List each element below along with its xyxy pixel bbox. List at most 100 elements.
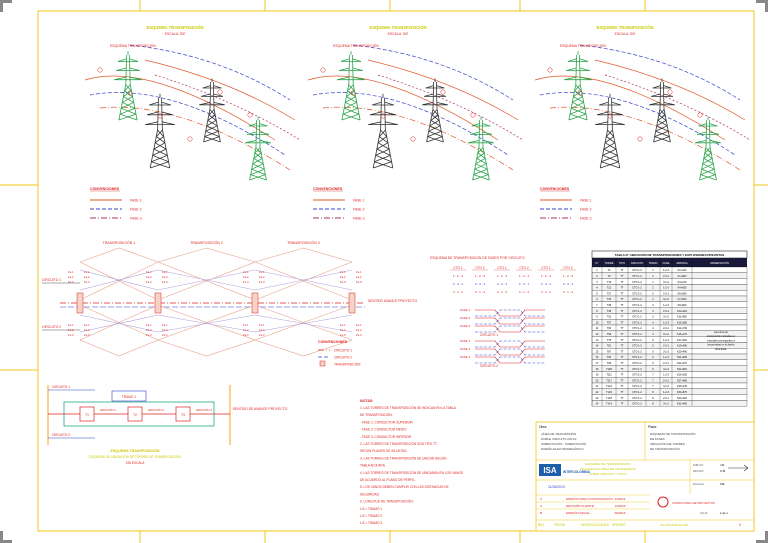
table-cell: 1-2-3 [663,391,669,394]
table-cell: 3-1-2 [663,298,669,301]
fase-label: FASE 1 [460,339,471,343]
table-row [591,284,748,291]
table-cell: 2-3-1 [663,379,669,382]
phase-header: CTO 1 [453,266,463,270]
phase-letter: Fa 2 [68,275,74,279]
table-cell: T15 [607,281,612,284]
rev-desc: EMISIÓN INICIAL [566,510,590,515]
tb-date: 11/26/2019 [548,485,565,489]
table-row [591,365,748,372]
phase-letter: Fa 2 [84,328,90,332]
phase-header: CTO 2 [563,266,573,270]
note-line: 4. LAS TORRES DE TRANSPOSICIÓN SE UBICAR… [360,470,463,475]
phase-letter: Fa 1 [340,323,346,327]
note-line: TABLA ADJUNTA. [360,464,386,468]
table-cell: K19+050 [677,345,688,348]
phase-letter: Fa 1 [146,270,152,274]
phase-letter: Fa 2 [340,275,346,279]
table-cell: CTO 1-2 [632,350,642,353]
table-cell: K6+080 [678,292,687,295]
phase-letter: Fa 3 [259,333,265,337]
table-cell: 1-2-3 [663,321,669,324]
phase-letter: Fa 3 [243,280,249,284]
note-line: SEGÚN PLANOS DE SILUETAS. [360,448,408,453]
table-cell: CTO 1-2 [632,333,642,336]
table-cell: TT [620,298,624,301]
phase-letter: Fa 3 [259,280,265,284]
table-cell: TT [620,397,624,400]
table-row [591,353,748,360]
phase-cell: 2 - 3 - 1 [453,282,464,286]
table-cell: CTO 1-2 [632,345,642,348]
circuit-left-label: CIRCUITO 1 [42,278,61,282]
phase-header: CTO 1 [541,266,551,270]
phase-letter: Fa 3 [340,280,346,284]
table-cell: T111 [606,374,612,377]
tb-checked-label: REVISÓ [693,468,704,473]
table-cell: K7+520 [678,298,687,301]
phase-cell: 3 - 1 - 2 [519,290,530,294]
table-cell: T99 [607,362,612,365]
block-caption-scale: SIN ESCALA [126,461,146,465]
table-row [591,382,748,389]
phase-cell: 2 - 3 - 1 [475,282,486,286]
tb-left-line: SUBESTACIÓN - SUBESTACIÓN [541,441,586,446]
table-row [591,307,748,314]
table-header: FASE [663,261,670,265]
legend-item: FASE 1 [580,199,592,203]
phase-letter: Fa 1 [356,323,362,327]
tb-mod-label: MODIFICACIONES [581,523,609,527]
phase-letter: Fa 3 [162,333,168,337]
phase-cell: 2 - 3 - 1 [519,282,530,286]
phase-header: CTO 1 [497,266,507,270]
table-cell: CTO 1-2 [632,339,642,342]
phase-letter: Fa 1 [259,323,265,327]
table-cell: TT [620,368,624,371]
legend-item: FASE 1 [130,199,142,203]
table-row [591,319,748,326]
table-cell: CTO 1-2 [632,281,642,284]
tb-checked-val: C.M. [720,469,726,473]
phase-header: CTO 2 [475,266,485,270]
tb-drawn-val: J.R. [720,463,725,467]
table-cell: CTO 1-2 [632,292,642,295]
table-cell: TT [620,287,624,290]
phase-cell: 1 - 2 - 3 [453,274,464,278]
table-cell: 2-3-1 [663,397,669,400]
table-cell: K32+010 [677,397,688,400]
note-line: SEGURIDAD. [360,492,380,496]
phase-cell: 3 - 1 - 2 [475,290,486,294]
phase-letter: Fa 3 [68,333,74,337]
legend-title: CONVENCIONES [318,340,348,344]
panel-callout: ESQUEMA TRANSPOSICIÓN [110,43,156,48]
table-row [591,313,748,320]
table-cell: CTO 1-2 [632,362,642,365]
table-cell: 3-1-2 [663,333,669,336]
tb-desc-line: DE FASES EN LÍNEA DE TRANSMISIÓN [580,466,636,471]
tb-right-line: DE TRANSPOSICIÓN [650,446,680,451]
table-cell: CTO 1-2 [632,397,642,400]
table-cell: 2-3-1 [663,292,669,295]
phase-letter: Fa 1 [68,323,74,327]
fase-label: FASE 1 [460,308,471,312]
table-cell: 1-2-3 [663,374,669,377]
legend-item: FASE 3 [580,217,592,221]
block-circuit-label: CIRCUITO 2 [52,433,70,437]
table-side-note: esta tabla corresponden a [707,339,735,342]
section-label: SECCIÓN 3 [196,407,213,412]
table-cell: CTO 1-2 [632,327,642,330]
table-header: TRAMO [648,261,657,265]
phase-section-label: CIRCUITO 1 [480,333,498,337]
table-cell: T45 [607,310,612,313]
tb-desc-line: DOBLE CIRCUITO - 230 kV [589,472,626,476]
table-side-note: transposición indicadas en [707,335,736,338]
transposition-label: TRANSPOSICIÓN 3 [287,240,320,245]
table-row [591,388,748,395]
table-cell: CTO 1-2 [632,316,642,319]
note-line: - FASE 1: CONDUCTOR SUPERIOR [360,420,413,424]
table-cell: K20+490 [677,350,688,353]
table-cell: K4+650 [678,287,687,290]
table-cell: 3-1-2 [663,316,669,319]
tower-block-label: T1 [85,413,89,417]
table-cell: CTO 1-2 [632,374,642,377]
